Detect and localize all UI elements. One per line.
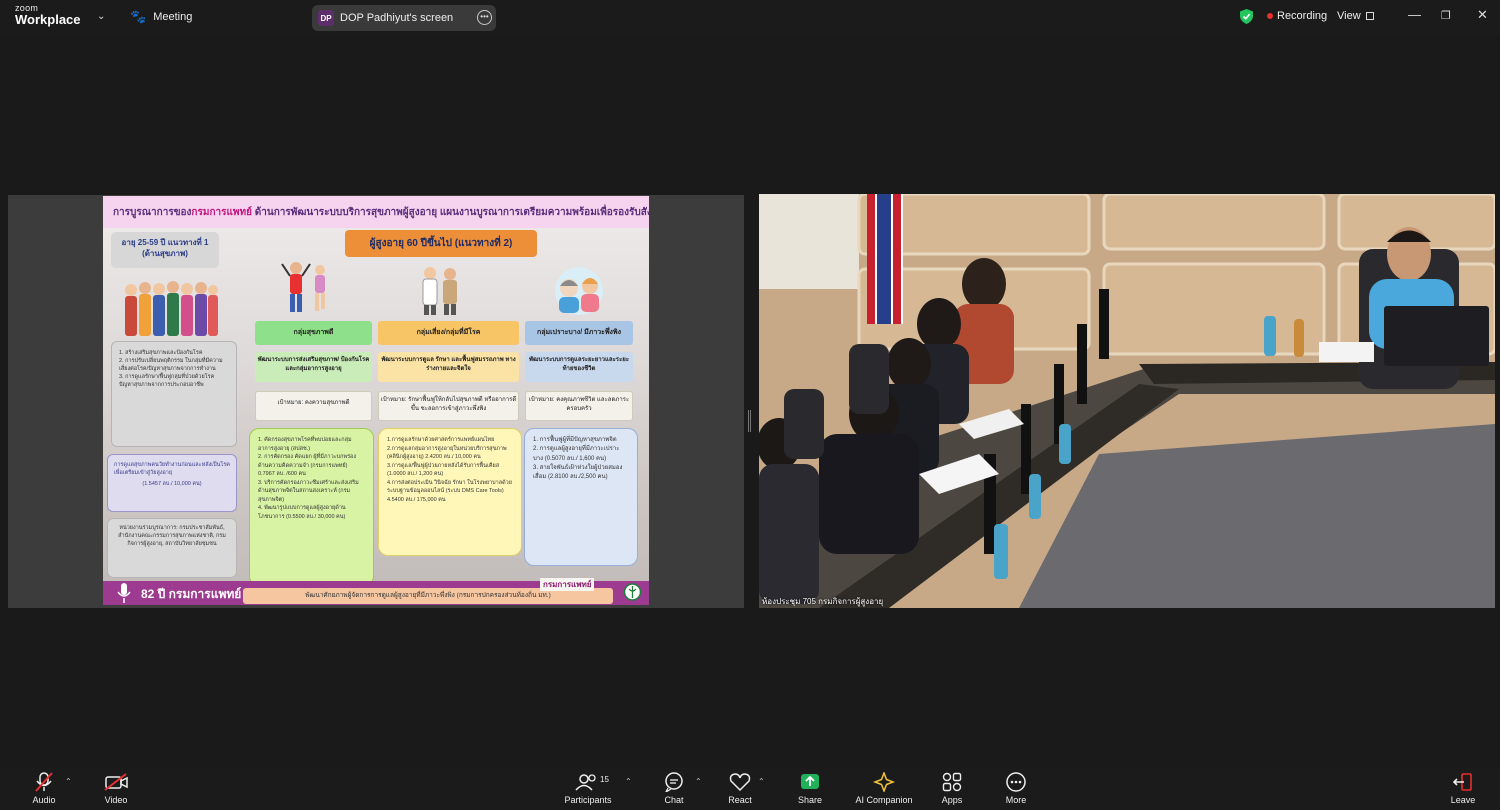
sharer-avatar: DP bbox=[318, 10, 334, 26]
age-group-label: อายุ 25-59 ปี แนวทางที่ 1 bbox=[121, 238, 209, 247]
chat-options-chevron-icon[interactable]: ⌃ bbox=[695, 777, 702, 786]
zoom-meeting-window: zoom Workplace ⌄ 🐾 Meeting DP DOP Padhiy… bbox=[0, 0, 1500, 810]
col2-list: 1.การดูแลรักษาด้วยศาสตร์การแพทย์แผนไทย 2… bbox=[378, 428, 522, 556]
share-label: Share bbox=[797, 795, 823, 805]
app-brand: zoom Workplace bbox=[15, 4, 81, 27]
audio-button[interactable]: Audio bbox=[28, 772, 60, 805]
sharer-label: DOP Padhiyut's screen bbox=[340, 12, 454, 24]
more-dots-icon bbox=[1006, 772, 1026, 792]
heart-icon bbox=[729, 773, 751, 792]
left-health-box: 1. สร้างเสริมสุขภาพและป้องกันโรค 2. การป… bbox=[111, 341, 237, 447]
doctor-patient-illustration bbox=[422, 267, 457, 315]
more-label: More bbox=[1005, 795, 1027, 805]
exercise-illustration bbox=[281, 262, 325, 312]
left-partners-box: หน่วยงานร่วมบูรณาการ: กรมประชาสัมพันธ์, … bbox=[107, 518, 237, 578]
caregiver-illustration bbox=[555, 267, 603, 315]
col3-goal: เป้าหมาย: คงคุณภาพชีวิต และลดภาระครอบครั… bbox=[525, 391, 633, 421]
elderly-group-banner: ผู้สูงอายุ 60 ปีขึ้นไป (แนวทางที่ 2) bbox=[345, 230, 537, 257]
audio-label: Audio bbox=[32, 795, 56, 805]
video-button[interactable]: Video bbox=[100, 772, 132, 805]
video-label: Video bbox=[104, 795, 128, 805]
ai-companion-label: AI Companion bbox=[855, 795, 913, 805]
col3-header: กลุ่มเปราะบาง/ มีภาวะพึ่งพิง bbox=[525, 321, 633, 345]
chevron-down-icon[interactable]: ⌄ bbox=[97, 11, 105, 22]
col2-subheader: พัฒนาระบบการดูแล รักษา และฟื้นฟูสมรรถภาพ… bbox=[378, 352, 519, 382]
meeting-label: Meeting bbox=[153, 11, 193, 23]
slide-footer-right: กรมการแพทย์ bbox=[540, 578, 595, 591]
chat-label: Chat bbox=[664, 795, 684, 805]
leave-label: Leave bbox=[1450, 795, 1476, 805]
leave-door-icon bbox=[1452, 773, 1472, 791]
participants-options-chevron-icon[interactable]: ⌃ bbox=[625, 777, 632, 786]
col3-subheader: พัฒนาระบบการดูแลระยะยาวและระยะท้ายของชีว… bbox=[525, 352, 633, 382]
leave-button[interactable]: Leave bbox=[1449, 772, 1477, 805]
col2-header: กลุ่มเสี่ยง/กลุ่มที่มีโรค bbox=[378, 321, 519, 345]
left-working-age-target: (1.5457 ลบ./ 10,000 คน) bbox=[142, 480, 202, 487]
microphone-icon bbox=[117, 583, 131, 603]
recording-dot-icon bbox=[1267, 13, 1273, 19]
panel-resize-handle[interactable] bbox=[748, 410, 751, 432]
department-logo-icon bbox=[624, 583, 641, 601]
shared-slide: การบูรณาการของกรมการแพทย์ ด้านการพัฒนาระ… bbox=[103, 196, 649, 605]
title-highlight: กรมการแพทย์ bbox=[191, 207, 252, 218]
participant-video-tile[interactable] bbox=[759, 194, 1495, 608]
restore-icon[interactable]: ❐ bbox=[1441, 9, 1451, 22]
meeting-room-video bbox=[759, 194, 1495, 608]
col3-list: 1. การฟื้นฟูผู้ที่มีปัญหาสุขภาพจิต 2. กา… bbox=[524, 428, 638, 566]
meeting-toolbar: Audio ⌃ Video Participants 15 ⌃ Chat ⌃ R… bbox=[0, 768, 1500, 810]
age-group-sub: (ด้านสุขภาพ) bbox=[142, 249, 188, 259]
slide-title: การบูรณาการของกรมการแพทย์ ด้านการพัฒนาระ… bbox=[113, 205, 649, 220]
top-bar: zoom Workplace ⌄ 🐾 Meeting DP DOP Padhiy… bbox=[0, 0, 1500, 34]
apps-button[interactable]: Apps bbox=[938, 772, 966, 805]
share-screen-icon bbox=[801, 774, 819, 789]
col1-list: 1. คัดกรองสุขภาพโรคที่พบบ่อยและกลุ่มอากา… bbox=[249, 428, 374, 586]
chat-icon bbox=[665, 772, 683, 792]
recording-label: Recording bbox=[1277, 10, 1328, 22]
minimize-icon[interactable]: — bbox=[1408, 7, 1421, 22]
title-suffix: ด้านการพัฒนาระบบบริการสุขภาพผู้สูงอายุ แ… bbox=[251, 207, 649, 218]
react-label: React bbox=[728, 795, 752, 805]
close-icon[interactable]: ✕ bbox=[1477, 7, 1488, 23]
apps-label: Apps bbox=[941, 795, 963, 805]
more-button[interactable]: More bbox=[1002, 772, 1030, 805]
apps-grid-icon bbox=[942, 772, 962, 792]
more-options-icon[interactable]: ••• bbox=[477, 10, 492, 25]
age-group-badge: อายุ 25-59 ปี แนวทางที่ 1 (ด้านสุขภาพ) bbox=[111, 232, 219, 268]
screen-share-indicator[interactable]: DP DOP Padhiyut's screen ••• bbox=[312, 5, 496, 31]
slide-footer-left: 82 ปี กรมการแพทย์ bbox=[141, 587, 242, 601]
chat-button[interactable]: Chat bbox=[660, 772, 688, 805]
share-button[interactable]: Share bbox=[796, 772, 824, 805]
video-tile-label: ห้องประชุม 705 กรมกิจการผู้สูงอายุ bbox=[762, 597, 884, 606]
camera-off-icon bbox=[104, 773, 128, 791]
left-working-age-text: การดูแลสุขภาพคนวัยทำงานก่อนและหลังเป็นโร… bbox=[114, 462, 230, 476]
view-label: View bbox=[1337, 10, 1361, 22]
microphone-muted-icon bbox=[35, 772, 53, 792]
col1-goal: เป้าหมาย: คงความสุขภาพดี bbox=[255, 391, 372, 421]
col1-header: กลุ่มสุขภาพดี bbox=[255, 321, 372, 345]
view-button[interactable]: View bbox=[1337, 10, 1374, 22]
brand-large: Workplace bbox=[15, 12, 81, 27]
react-options-chevron-icon[interactable]: ⌃ bbox=[758, 777, 765, 786]
title-prefix: การบูรณาการของ bbox=[113, 207, 192, 218]
participants-label: Participants bbox=[564, 795, 612, 805]
meeting-info-button[interactable]: 🐾 Meeting bbox=[130, 9, 192, 25]
left-working-age-box: การดูแลสุขภาพคนวัยทำงานก่อนและหลังเป็นโร… bbox=[107, 454, 237, 512]
paw-icon: 🐾 bbox=[130, 9, 147, 24]
security-shield-icon[interactable] bbox=[1240, 9, 1253, 24]
sparkle-icon bbox=[872, 772, 896, 792]
workers-illustration bbox=[125, 281, 218, 336]
col2-goal: เป้าหมาย: รักษาฟื้นฟูให้กลับไปสุขภาพดี ห… bbox=[378, 391, 519, 421]
participants-count: 15 bbox=[600, 775, 609, 784]
react-button[interactable]: React bbox=[726, 772, 754, 805]
grid-view-icon bbox=[1365, 12, 1374, 21]
col1-subheader: พัฒนาระบบการส่งเสริมสุขภาพ/ ป้องกันโรคแล… bbox=[255, 352, 372, 382]
recording-indicator[interactable]: Recording bbox=[1267, 10, 1327, 22]
audio-options-chevron-icon[interactable]: ⌃ bbox=[65, 777, 72, 786]
ai-companion-button[interactable]: AI Companion bbox=[852, 772, 916, 805]
